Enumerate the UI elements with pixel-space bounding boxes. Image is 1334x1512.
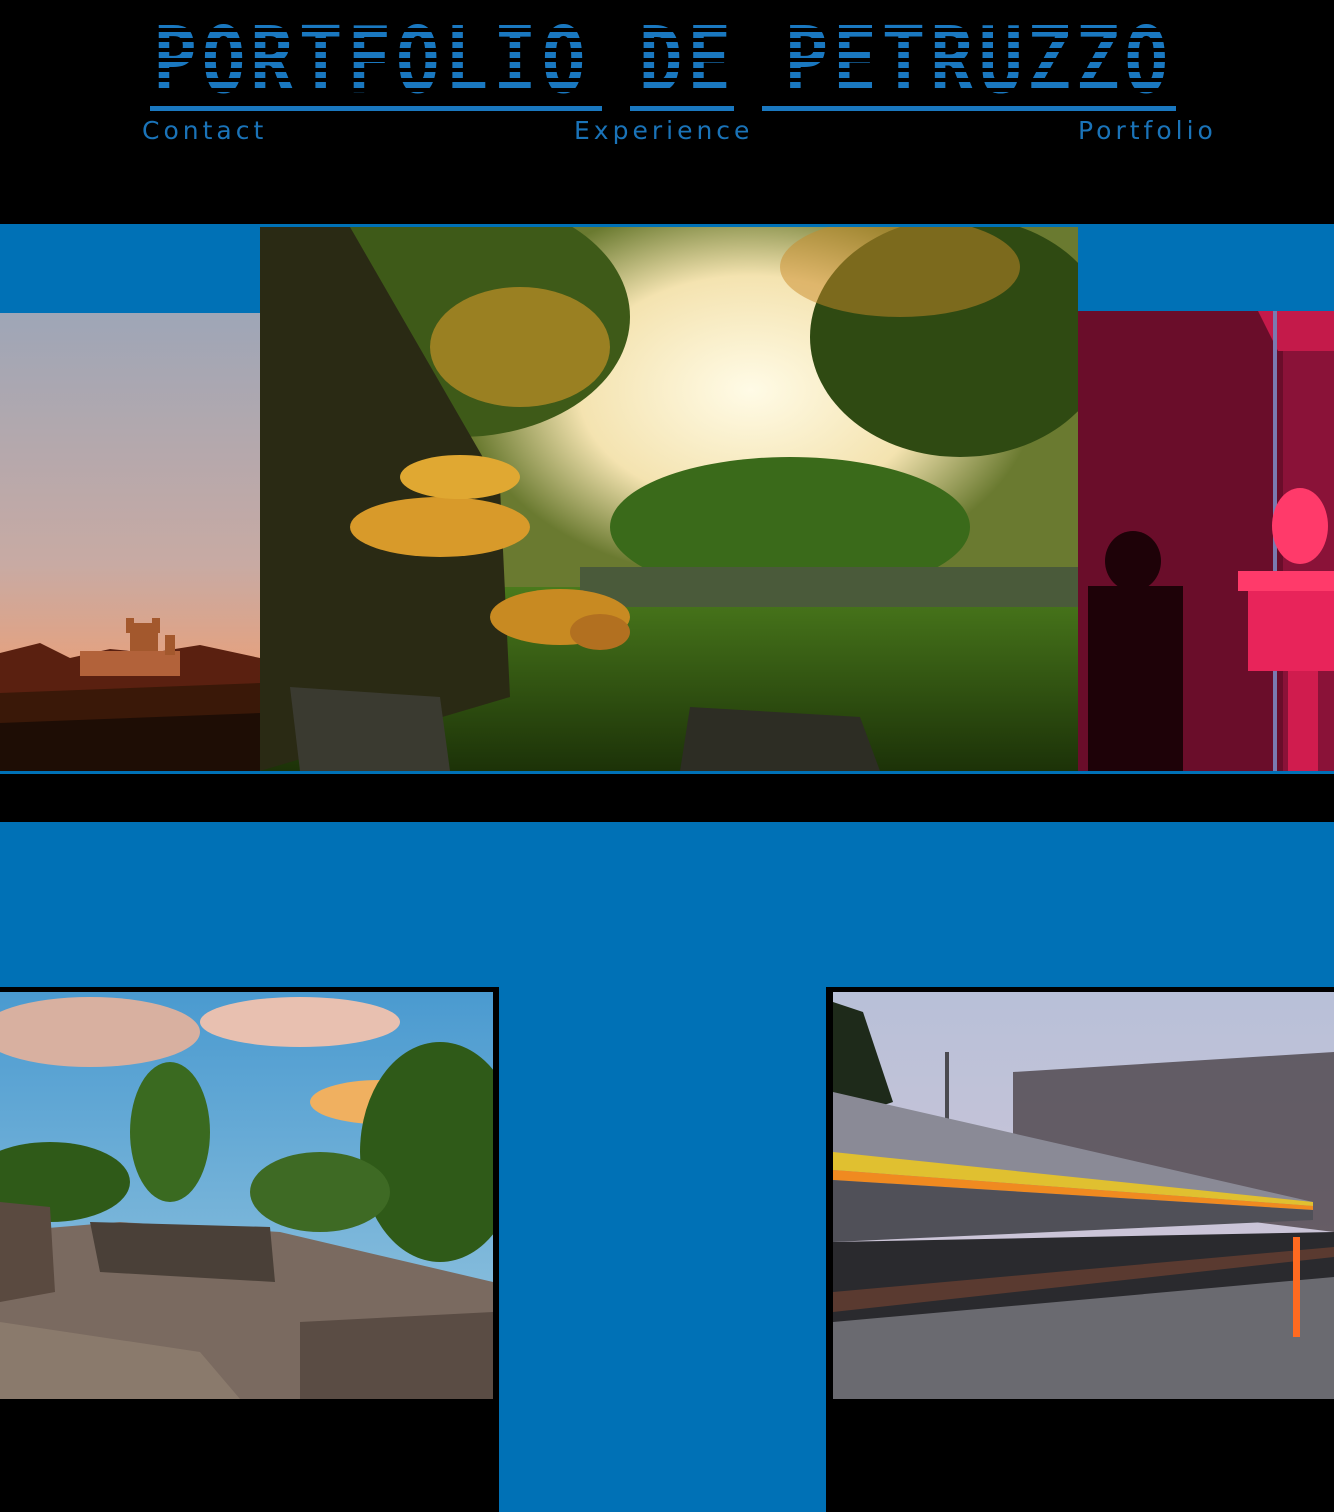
fungus-photo-image	[260, 227, 1078, 771]
train-photo-image	[833, 992, 1334, 1399]
site-title-text: PORTFOLIO DE PETRUZZO	[153, 22, 1173, 114]
quarry-photo-image	[0, 992, 493, 1399]
carousel-photo-castle[interactable]	[0, 313, 260, 771]
grid-photo-quarry[interactable]	[0, 992, 493, 1399]
nav-portfolio-link[interactable]: Portfolio	[1078, 116, 1217, 145]
page: PORTFOLIO DE PETRUZZO Contact Experience…	[0, 0, 1334, 1512]
grid-top-band	[0, 822, 1334, 987]
site-title[interactable]: PORTFOLIO DE PETRUZZO	[150, 22, 1176, 114]
grid-center-column	[499, 987, 826, 1512]
carousel-photo-fungus[interactable]	[260, 227, 1078, 771]
skeleton-photo-image	[1078, 311, 1334, 771]
nav-contact-link[interactable]: Contact	[142, 116, 267, 145]
castle-photo-image	[0, 313, 260, 771]
grid-photo-train[interactable]	[833, 992, 1334, 1399]
site-title-logo: PORTFOLIO DE PETRUZZO	[150, 22, 1176, 114]
nav-experience-link[interactable]: Experience	[574, 116, 753, 145]
carousel-photo-skeleton[interactable]	[1078, 311, 1334, 771]
